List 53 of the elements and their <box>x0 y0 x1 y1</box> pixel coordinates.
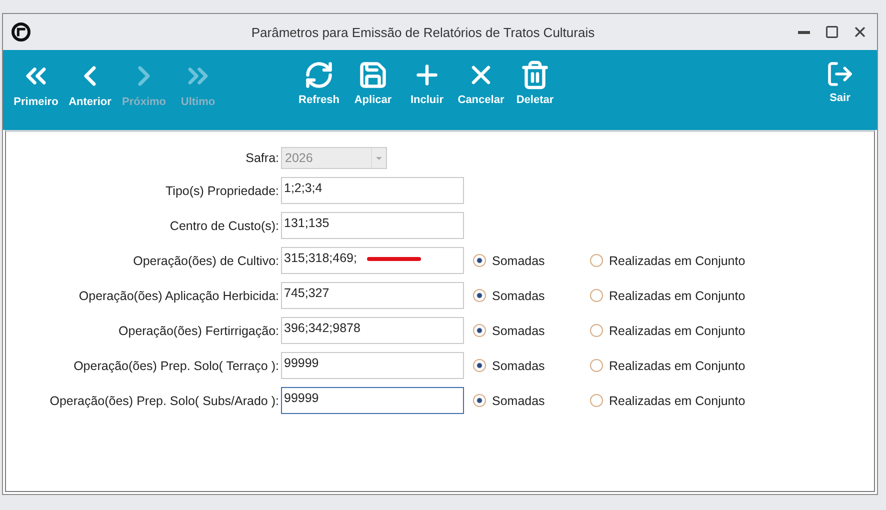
radio-button[interactable] <box>590 254 603 267</box>
input-field[interactable]: 396;342;9878 <box>281 317 464 344</box>
radio-label: Realizadas em Conjunto <box>609 324 746 338</box>
exit-button[interactable]: Sair <box>813 60 867 104</box>
toolbar-button[interactable]: Incluir <box>400 60 454 106</box>
radio-label: Somadas <box>492 324 545 338</box>
radio-label: Realizadas em Conjunto <box>609 254 746 268</box>
field-label: Operação(ões) Fertirrigação: <box>118 324 279 338</box>
radio-button[interactable] <box>473 359 486 372</box>
field-label: Operação(ões) Aplicação Herbicida: <box>78 288 279 302</box>
radio-button[interactable] <box>590 359 603 372</box>
toolbar-button[interactable]: Refresh <box>292 60 346 106</box>
input-field[interactable]: 745;327 <box>281 282 464 309</box>
radio-button[interactable] <box>473 254 486 267</box>
field-label: Centro de Custo(s): <box>168 218 279 232</box>
nav-button[interactable]: Primeiro <box>9 60 63 108</box>
field-label: Tipo(s) Propriedade: <box>164 184 279 198</box>
close-icon <box>852 24 868 40</box>
input-field[interactable]: 99999 <box>281 352 464 379</box>
input-field[interactable]: 99999 <box>281 387 464 414</box>
input-field[interactable]: 315;318;469; <box>281 247 464 274</box>
radio-label: Somadas <box>492 358 545 372</box>
field-label: Operação(ões) Prep. Solo( Subs/Arado ): <box>48 394 279 408</box>
field-label: Operação(ões) de Cultivo: <box>132 254 279 268</box>
minimize-icon <box>798 30 810 34</box>
maximize-icon <box>825 25 839 39</box>
radio-label: Somadas <box>492 288 545 302</box>
radio-button[interactable] <box>473 324 486 337</box>
radio-label: Somadas <box>492 254 545 268</box>
toolbar-button[interactable]: Cancelar <box>454 60 508 106</box>
radio-button[interactable] <box>590 289 603 302</box>
radio-button[interactable] <box>590 394 603 407</box>
maximize-button[interactable] <box>823 23 841 41</box>
field-label: Operação(ões) Prep. Solo( Terraço ): <box>72 358 279 372</box>
logo-icon <box>11 22 31 42</box>
input-field[interactable]: 1;2;3;4 <box>281 177 464 204</box>
radio-label: Realizadas em Conjunto <box>609 358 746 372</box>
radio-button[interactable] <box>590 324 603 337</box>
toolbar-button[interactable]: Deletar <box>508 60 562 106</box>
radio-label: Somadas <box>492 394 545 408</box>
nav-button[interactable]: Anterior <box>63 60 117 108</box>
input-field[interactable]: 131;135 <box>281 212 464 239</box>
radio-label: Realizadas em Conjunto <box>609 394 746 408</box>
field-label: Safra: <box>244 151 279 165</box>
toolbar-button[interactable]: Aplicar <box>346 60 400 106</box>
trash-icon <box>520 60 550 90</box>
radio-label: Realizadas em Conjunto <box>609 288 746 302</box>
save-icon <box>358 60 388 90</box>
window-title: Parâmetros para Emissão de Relatórios de Tratos Culturais <box>250 24 596 40</box>
radio-button[interactable] <box>473 394 486 407</box>
refresh-icon <box>304 60 334 90</box>
radio-button[interactable] <box>473 289 486 302</box>
exit-icon <box>826 60 854 88</box>
